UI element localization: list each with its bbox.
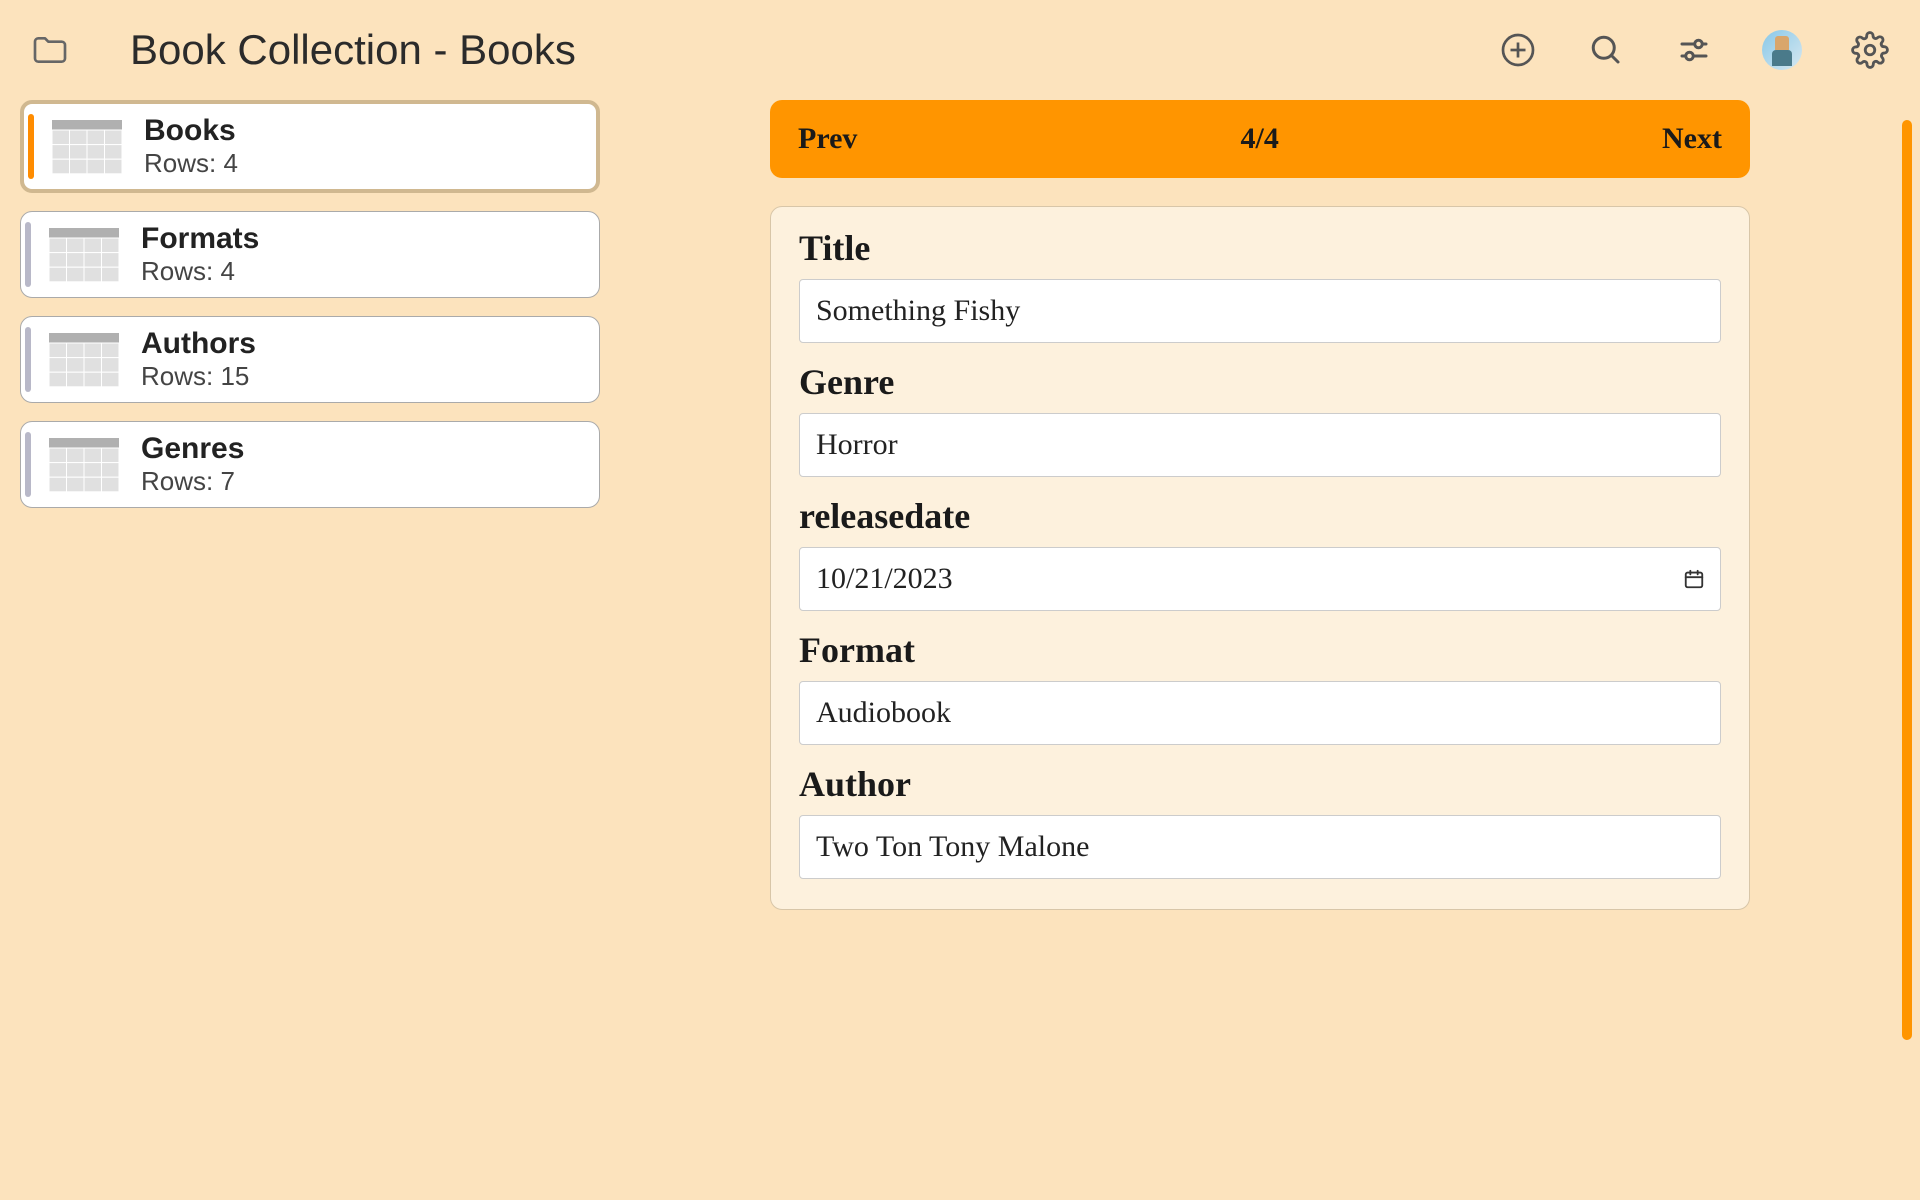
title-input[interactable] (799, 279, 1721, 343)
table-row-count: Rows: 7 (141, 466, 244, 497)
table-name: Authors (141, 327, 256, 361)
scrollbar[interactable] (1902, 120, 1912, 1040)
add-button[interactable] (1498, 30, 1538, 70)
field-format: Format (799, 629, 1721, 745)
field-title: Title (799, 227, 1721, 343)
header-actions (1498, 30, 1890, 70)
table-icon (49, 438, 119, 492)
next-button[interactable]: Next (1662, 122, 1722, 156)
content-panel: Prev 4/4 Next Title Genre releasedate Fo… (770, 100, 1750, 910)
table-name: Formats (141, 222, 259, 256)
search-button[interactable] (1586, 30, 1626, 70)
sidebar-table-books[interactable]: Books Rows: 4 (20, 100, 600, 193)
settings-button[interactable] (1850, 30, 1890, 70)
field-label: releasedate (799, 495, 1721, 537)
header: Book Collection - Books (0, 0, 1920, 100)
table-icon (49, 228, 119, 282)
page-title: Book Collection - Books (130, 26, 1498, 74)
filter-button[interactable] (1674, 30, 1714, 70)
table-icon (49, 333, 119, 387)
field-label: Genre (799, 361, 1721, 403)
author-input[interactable] (799, 815, 1721, 879)
folder-icon[interactable] (30, 30, 70, 70)
table-row-count: Rows: 4 (141, 256, 259, 287)
field-label: Title (799, 227, 1721, 269)
sidebar-table-authors[interactable]: Authors Rows: 15 (20, 316, 600, 403)
table-name: Genres (141, 432, 244, 466)
table-row-count: Rows: 4 (144, 148, 238, 179)
sidebar-table-formats[interactable]: Formats Rows: 4 (20, 211, 600, 298)
table-row-count: Rows: 15 (141, 361, 256, 392)
avatar[interactable] (1762, 30, 1802, 70)
releasedate-input[interactable] (799, 547, 1721, 611)
field-author: Author (799, 763, 1721, 879)
pager: Prev 4/4 Next (770, 100, 1750, 178)
field-label: Format (799, 629, 1721, 671)
table-icon (52, 120, 122, 174)
field-genre: Genre (799, 361, 1721, 477)
table-name: Books (144, 114, 238, 148)
record-form: Title Genre releasedate Format Author (770, 206, 1750, 910)
format-input[interactable] (799, 681, 1721, 745)
field-label: Author (799, 763, 1721, 805)
field-releasedate: releasedate (799, 495, 1721, 611)
sidebar: Books Rows: 4 Formats Rows: 4 Authors Ro… (20, 100, 600, 910)
prev-button[interactable]: Prev (798, 122, 857, 156)
sidebar-table-genres[interactable]: Genres Rows: 7 (20, 421, 600, 508)
genre-input[interactable] (799, 413, 1721, 477)
pager-position: 4/4 (1241, 122, 1279, 156)
